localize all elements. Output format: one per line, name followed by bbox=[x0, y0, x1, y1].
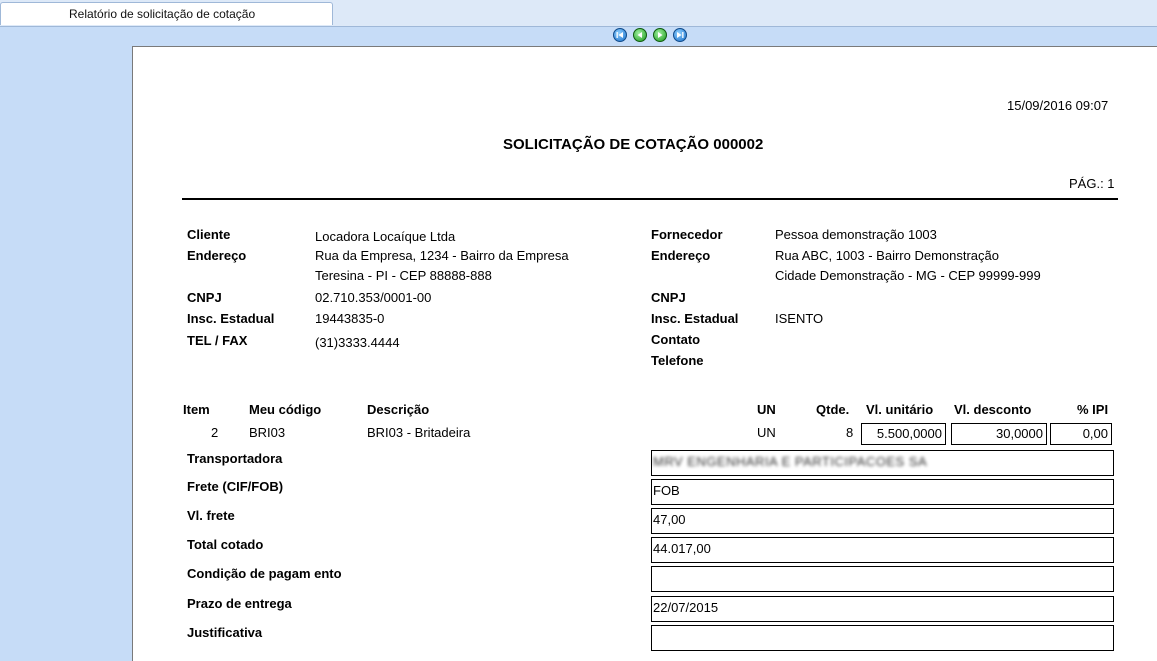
supplier-cnpj-label: CNPJ bbox=[651, 290, 686, 305]
supplier-contact-label: Contato bbox=[651, 332, 701, 347]
payment-terms-value bbox=[652, 567, 1113, 591]
client-tel-label: TEL / FAX bbox=[187, 333, 248, 348]
supplier-address-line2: Cidade Demonstração - MG - CEP 99999-999 bbox=[775, 268, 1041, 283]
item-quantity: 8 bbox=[846, 425, 854, 440]
carrier-value: MRV ENGENHARIA E PARTICIPACOES SA bbox=[653, 454, 928, 469]
items-header-unit-price: Vl. unitário bbox=[866, 402, 934, 417]
client-cnpj-label: CNPJ bbox=[187, 290, 222, 305]
client-tel: (31)3333.4444 bbox=[315, 335, 400, 350]
delivery-deadline-field: 22/07/2015 bbox=[651, 596, 1114, 622]
last-page-icon[interactable] bbox=[673, 28, 687, 42]
title-divider bbox=[182, 198, 1118, 200]
items-header-qty: Qtde. bbox=[816, 402, 850, 417]
client-name: Locadora Locaíque Ltda bbox=[315, 229, 456, 244]
supplier-address-line1: Rua ABC, 1003 - Bairro Demonstração bbox=[775, 248, 999, 263]
item-unit: UN bbox=[757, 425, 776, 440]
item-discount-field: 30,0000 bbox=[951, 423, 1047, 445]
item-ipi-field: 0,00 bbox=[1050, 423, 1112, 445]
client-address-line2: Teresina - PI - CEP 88888-888 bbox=[315, 268, 492, 283]
page-number: PÁG.: 1 bbox=[1069, 176, 1115, 191]
justification-label: Justificativa bbox=[187, 625, 263, 640]
carrier-label: Transportadora bbox=[187, 451, 283, 466]
next-page-icon[interactable] bbox=[653, 28, 667, 42]
delivery-deadline-value: 22/07/2015 bbox=[653, 600, 719, 615]
freight-type-field: FOB bbox=[651, 479, 1114, 505]
carrier-field: MRV ENGENHARIA E PARTICIPACOES SA bbox=[651, 450, 1114, 476]
report-title: SOLICITAÇÃO DE COTAÇÃO 000002 bbox=[503, 136, 764, 153]
supplier-insc-label: Insc. Estadual bbox=[651, 311, 739, 326]
page-navigation bbox=[0, 27, 1157, 46]
total-quoted-value: 44.017,00 bbox=[653, 541, 711, 556]
payment-terms-field bbox=[651, 566, 1114, 592]
report-datetime: 15/09/2016 09:07 bbox=[1007, 98, 1109, 113]
tab-strip-empty bbox=[334, 2, 1157, 25]
items-header-code: Meu código bbox=[249, 402, 322, 417]
client-insc: 19443835-0 bbox=[315, 311, 385, 326]
items-header-item: Item bbox=[183, 402, 210, 417]
client-cnpj: 02.710.353/0001-00 bbox=[315, 290, 432, 305]
client-label: Cliente bbox=[187, 227, 231, 242]
first-page-icon[interactable] bbox=[613, 28, 627, 42]
total-quoted-field: 44.017,00 bbox=[651, 537, 1114, 563]
supplier-label: Fornecedor bbox=[651, 227, 723, 242]
freight-type-label: Frete (CIF/FOB) bbox=[187, 479, 284, 494]
items-header-ipi: % IPI bbox=[1077, 402, 1109, 417]
previous-page-icon[interactable] bbox=[633, 28, 647, 42]
items-header-un: UN bbox=[757, 402, 776, 417]
items-header-description: Descrição bbox=[367, 402, 430, 417]
delivery-deadline-label: Prazo de entrega bbox=[187, 596, 292, 611]
supplier-name: Pessoa demonstração 1003 bbox=[775, 227, 937, 242]
tab-report[interactable]: Relatório de solicitação de cotação bbox=[0, 2, 333, 25]
item-code: BRI03 bbox=[249, 425, 286, 440]
item-description: BRI03 - Britadeira bbox=[367, 425, 471, 440]
items-header-discount: Vl. desconto bbox=[954, 402, 1032, 417]
total-quoted-label: Total cotado bbox=[187, 537, 264, 552]
item-number: 2 bbox=[211, 425, 219, 440]
freight-value: 47,00 bbox=[653, 512, 686, 527]
client-address-label: Endereço bbox=[187, 248, 247, 263]
freight-value-field: 47,00 bbox=[651, 508, 1114, 534]
client-insc-label: Insc. Estadual bbox=[187, 311, 275, 326]
payment-terms-label: Condição de pagam ento bbox=[187, 566, 342, 581]
report-page: 15/09/2016 09:07 SOLICITAÇÃO DE COTAÇÃO … bbox=[132, 46, 1157, 661]
justification-value bbox=[652, 626, 1113, 650]
supplier-address-label: Endereço bbox=[651, 248, 711, 263]
tab-bar: Relatório de solicitação de cotação bbox=[0, 0, 1157, 27]
client-address-line1: Rua da Empresa, 1234 - Bairro da Empresa bbox=[315, 248, 569, 263]
supplier-insc: ISENTO bbox=[775, 311, 824, 326]
justification-field bbox=[651, 625, 1114, 651]
supplier-phone-label: Telefone bbox=[651, 353, 704, 368]
freight-value-label: Vl. frete bbox=[187, 508, 235, 523]
item-unit-price-field: 5.500,0000 bbox=[861, 423, 946, 445]
freight-type-value: FOB bbox=[653, 483, 680, 498]
